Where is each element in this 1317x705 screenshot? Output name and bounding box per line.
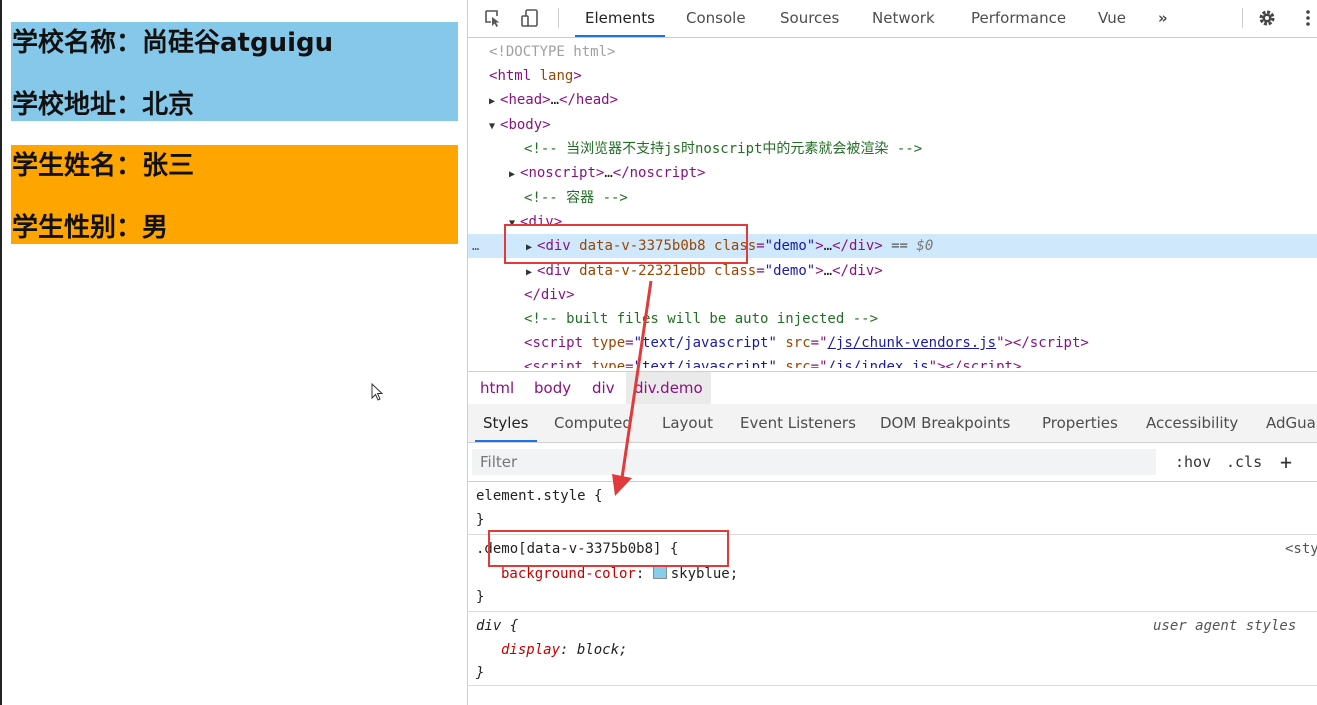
breadcrumb-body[interactable]: body bbox=[534, 372, 571, 404]
tab-layout[interactable]: Layout bbox=[662, 404, 713, 442]
rule-close-brace: } bbox=[476, 512, 485, 528]
tab-styles[interactable]: Styles bbox=[475, 404, 536, 442]
tab-dom-breakpoints[interactable]: DOM Breakpoints bbox=[880, 404, 1010, 442]
dom-node-body[interactable]: ▼ <body> bbox=[468, 113, 1317, 137]
tab-computed[interactable]: Computed bbox=[554, 404, 632, 442]
dom-node-script[interactable]: <script type="text/javascript" src="/js/… bbox=[468, 355, 1317, 368]
breadcrumb-div-demo[interactable]: div.demo bbox=[626, 372, 711, 404]
dom-node-noscript[interactable]: ▶ <noscript>…</noscript> bbox=[468, 161, 1317, 185]
expand-triangle-icon[interactable]: ▶ bbox=[509, 163, 520, 187]
student-name-text: 学生姓名：张三 bbox=[12, 151, 195, 181]
mouse-pointer-icon bbox=[371, 383, 384, 401]
tab-performance[interactable]: Performance bbox=[971, 0, 1066, 37]
element-style-rule: element.style { } bbox=[468, 482, 1317, 535]
settings-gear-icon[interactable] bbox=[1257, 8, 1277, 28]
school-address-text: 学校地址：北京 bbox=[12, 90, 195, 120]
highlight-box-css-selector bbox=[488, 530, 729, 567]
styles-pane-tabs: Styles Computed Layout Event Listeners D… bbox=[468, 404, 1317, 443]
new-style-rule-button[interactable]: + bbox=[1280, 451, 1292, 473]
school-name-text: 学校名称：尚硅谷atguigu bbox=[12, 28, 334, 58]
school-component: 学校名称：尚硅谷atguigu 学校地址：北京 bbox=[11, 22, 458, 121]
rule-close-brace: } bbox=[476, 589, 485, 605]
rule-selector: div { bbox=[476, 618, 519, 634]
dom-node-html[interactable]: <html lang> bbox=[468, 64, 1317, 88]
tab-console[interactable]: Console bbox=[686, 0, 746, 37]
more-tabs-button[interactable]: » bbox=[1158, 0, 1168, 37]
rule-declaration: display: block; bbox=[501, 642, 628, 658]
dom-node-comment[interactable]: <!-- 当浏览器不支持js时noscript中的元素就会被渲染 --> bbox=[468, 137, 1317, 161]
user-agent-div-rule: div { user agent styles display: block; … bbox=[468, 612, 1317, 686]
hover-state-toggle[interactable]: :hov bbox=[1175, 451, 1211, 473]
color-swatch-icon[interactable] bbox=[652, 565, 667, 579]
script-src-link[interactable]: /js/chunk-vendors.js bbox=[828, 335, 997, 351]
class-toggle[interactable]: .cls bbox=[1226, 451, 1262, 473]
tab-vue[interactable]: Vue bbox=[1098, 0, 1126, 37]
toolbar-separator bbox=[1242, 8, 1243, 28]
dom-tree: <!DOCTYPE html> <html lang> ▶ <head>…</he… bbox=[468, 38, 1317, 368]
expand-triangle-icon[interactable]: ▶ bbox=[526, 261, 537, 285]
property-name[interactable]: background-color bbox=[501, 566, 636, 582]
device-toolbar-icon[interactable] bbox=[520, 8, 540, 28]
breadcrumb-html[interactable]: html bbox=[480, 372, 514, 404]
dom-node-app-div[interactable]: ▼ <div> bbox=[468, 210, 1317, 224]
dom-node-script[interactable]: <script type="text/javascript" src="/js/… bbox=[468, 331, 1317, 355]
devtools-panel: Elements Console Sources Network Perform… bbox=[467, 0, 1317, 705]
breadcrumb-div[interactable]: div bbox=[592, 372, 615, 404]
node-actions-icon[interactable]: … bbox=[472, 234, 480, 258]
tab-accessibility[interactable]: Accessibility bbox=[1146, 404, 1238, 442]
breadcrumb: html body div div.demo bbox=[468, 371, 1317, 405]
rule-selector[interactable]: element.style { bbox=[476, 484, 602, 508]
devtools-toolbar: Elements Console Sources Network Perform… bbox=[468, 0, 1317, 38]
more-options-icon[interactable] bbox=[1298, 8, 1317, 28]
tab-event-listeners[interactable]: Event Listeners bbox=[740, 404, 856, 442]
tab-sources[interactable]: Sources bbox=[780, 0, 839, 37]
collapse-triangle-icon[interactable]: ▼ bbox=[509, 212, 520, 224]
student-component: 学生姓名：张三 学生性别：男 bbox=[11, 145, 458, 244]
student-gender-text: 学生性别：男 bbox=[12, 213, 169, 243]
dom-node-doctype[interactable]: <!DOCTYPE html> bbox=[468, 40, 1317, 64]
rule-source-label: user agent styles bbox=[1153, 618, 1297, 634]
tab-properties[interactable]: Properties bbox=[1042, 404, 1118, 442]
inspect-element-icon[interactable] bbox=[483, 8, 503, 28]
toolbar-separator bbox=[558, 8, 559, 28]
highlight-box-dom-node bbox=[504, 224, 748, 264]
dom-node-head[interactable]: ▶ <head>…</head> bbox=[468, 88, 1317, 112]
styles-filter-bar: :hov .cls + bbox=[468, 443, 1317, 482]
tab-elements[interactable]: Elements bbox=[575, 0, 665, 37]
rule-source-link[interactable]: <sty bbox=[1285, 537, 1317, 561]
window-edge bbox=[0, 0, 2, 705]
collapse-triangle-icon[interactable]: ▼ bbox=[489, 115, 500, 139]
property-value[interactable]: skyblue bbox=[671, 566, 730, 582]
styles-filter-input[interactable] bbox=[472, 449, 1156, 475]
tab-adguard[interactable]: AdGua bbox=[1266, 404, 1316, 442]
dom-node-comment[interactable]: <!-- 容器 --> bbox=[468, 186, 1317, 210]
dom-node-comment[interactable]: <!-- built files will be auto injected -… bbox=[468, 307, 1317, 331]
dom-node-div-close[interactable]: </div> bbox=[468, 283, 1317, 307]
rule-close-brace: } bbox=[476, 665, 485, 681]
tab-network[interactable]: Network bbox=[872, 0, 935, 37]
expand-triangle-icon[interactable]: ▶ bbox=[489, 90, 500, 114]
